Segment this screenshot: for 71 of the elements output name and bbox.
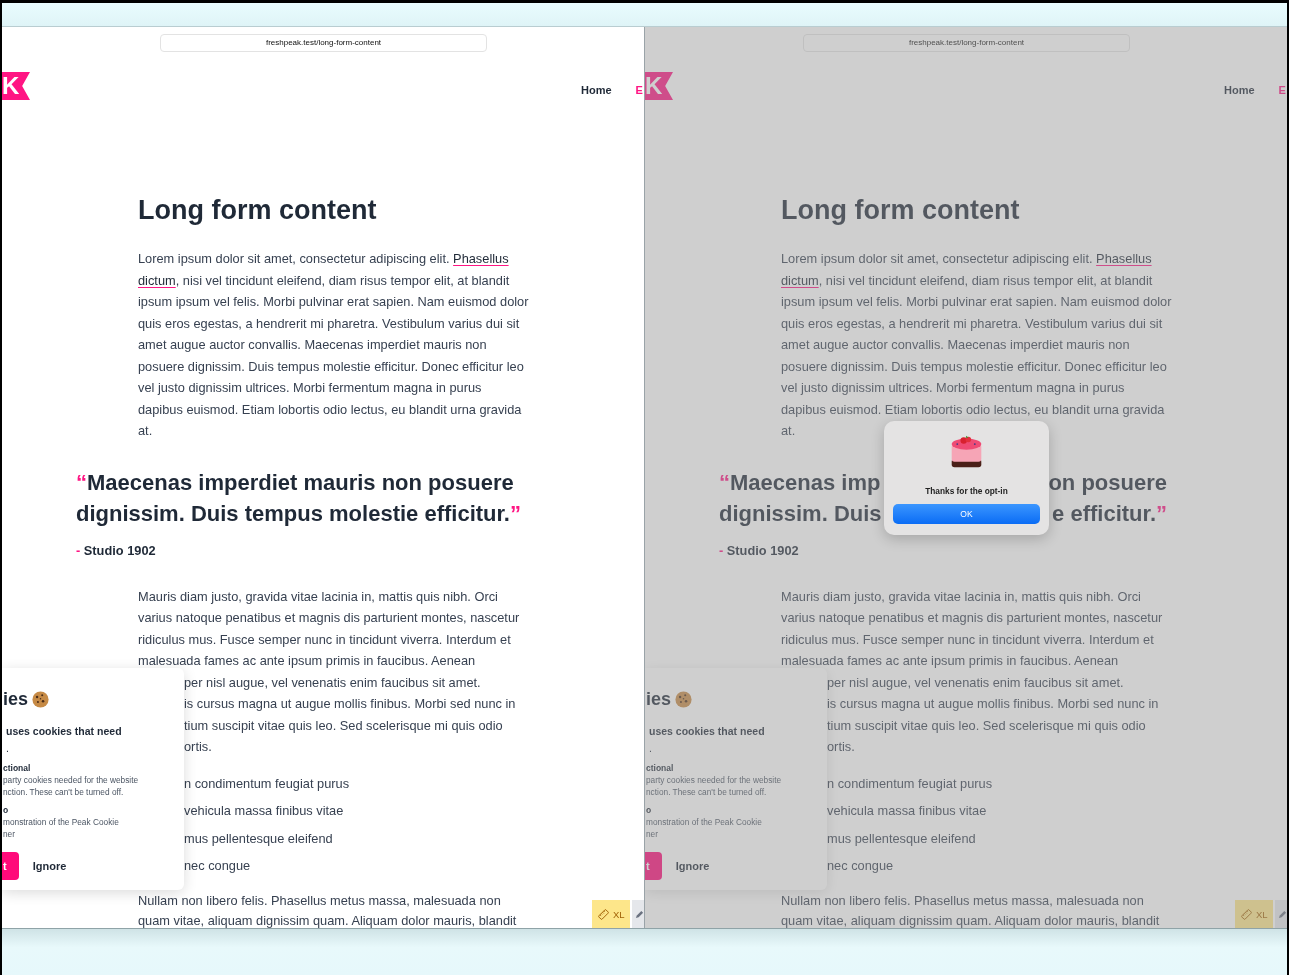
cookie-group-description: monstration of the Peak Cookie ner [646,816,763,840]
banner-title: ies [646,688,672,711]
edit-badge[interactable] [632,900,644,928]
text-link[interactable]: Phasellus [453,251,509,266]
banner-text: . [6,742,9,754]
list-item-text: nec congue [184,857,251,875]
nav-link[interactable]: E [635,84,643,96]
accept-button[interactable]: t [645,852,662,880]
banner-text: uses cookies that need [6,724,123,739]
paragraph: Lorem ipsum dolor sit amet, consectetur adipiscing elit. Phasellus dictum, nisi vel tincidunt eleifend, diam risus tempor elit, at blandit ipsum ipsum vel felis. Morbi pulvinar erat sapien. Nam euismod dolor quis eros egestas, a hendrerit mi pharetra. Vestibulum varius dui sit amet augue auctor convallis. Maecenas imperdiet mauris non posuere dignissim. Duis tempus molestie efficitur. Donec efficitur leo vel justo dignissim ultrices. Morbi fermentum magna in purus dapibus euismod. Etiam lobortis odio lectus, eu blandit urna gravida at. [781,250,1173,440]
quote-attribution: - Studio 1902 [76,541,157,560]
quote-text: dignissim. Duis [719,499,882,528]
size-badge[interactable]: XL [592,900,630,928]
banner-text: . [649,742,652,754]
cookie-group-description: party cookies needed for the website nction. These can't be turned off. [646,774,783,798]
text-link[interactable]: dictum [781,272,819,288]
cookie-group-description: monstration of the Peak Cookie ner [3,816,120,840]
list-item-text: mus pellentesque eleifend [827,829,976,848]
list-item-text: nec congue [827,857,894,875]
nav-link[interactable]: Home [1224,84,1255,96]
paragraph-line: ortis. [184,738,212,756]
page-title: Long form content [781,194,1021,227]
edit-badge[interactable] [1275,900,1287,928]
accept-button[interactable]: t [2,852,19,880]
quote-text: “Maecenas imperdiet mauris non posuere [76,468,514,497]
ruler-icon [598,908,609,920]
nav-link[interactable]: Home [581,84,612,96]
cookie-group-name: o [3,804,9,816]
cookie-group-name: ctional [646,762,674,774]
paragraph-line: tium suscipit vitae quis leo. Sed scelerisque mi quis odio [184,716,503,735]
quote-text: “Maecenas imp [719,468,881,497]
size-badge[interactable]: XL [1235,900,1273,928]
paragraph-line: per nisl augue, vel venenatis enim faucibus sit amet. [184,673,481,692]
cookie-group-name: ctional [3,762,31,774]
list-item-text: mus pellentesque eleifend [184,829,333,848]
paragraph: Lorem ipsum dolor sit amet, consectetur adipiscing elit. Phasellus dictum, nisi vel tincidunt eleifend, diam risus tempor elit, at blandit ipsum ipsum vel felis. Morbi pulvinar erat sapien. Nam euismod dolor quis eros egestas, a hendrerit mi pharetra. Vestibulum varius dui sit amet augue auctor convallis. Maecenas imperdiet mauris non posuere dignissim. Duis tempus molestie efficitur. Donec efficitur leo vel justo dignissim ultrices. Morbi fermentum magna in purus dapibus euismod. Etiam lobortis odio lectus, eu blandit urna gravida at. [138,250,530,440]
list-item-text: vehicula massa finibus vitae [184,802,344,820]
address-bar[interactable]: freshpeak.test/long-form-content [160,34,487,52]
pencil-icon [1278,909,1287,919]
logo[interactable]: K [645,72,673,100]
banner-text: uses cookies that need [649,724,766,739]
logo[interactable]: K [2,72,30,100]
cookie-icon [675,690,693,708]
list-item-text: n condimentum feugiat purus [184,774,350,793]
paragraph: Nullam non libero felis. Phasellus metus massa, malesuada non quam vitae, aliquam dignissim quam. Aliquam dolor mauris, blandit [781,891,1160,928]
list-item-text: vehicula massa finibus vitae [827,802,987,820]
paragraph-line: ortis. [827,738,855,756]
address-bar[interactable]: freshpeak.test/long-form-content [803,34,1130,52]
paragraph-line: is cursus magna ut augue mollis finibus. Morbi sed nunc in [827,695,1159,713]
paragraph-line: per nisl augue, vel venenatis enim faucibus sit amet. [827,673,1124,692]
quote-text: dignissim. Duis tempus molestie efficitur.” [76,499,521,528]
text-link[interactable]: dictum [138,272,176,288]
ignore-button[interactable]: Ignore [32,860,67,872]
nav-link[interactable]: E [1278,84,1286,96]
cookie-icon [32,690,50,708]
cookie-group-description: party cookies needed for the website nction. These can't be turned off. [3,774,140,798]
dialog-message: Thanks for the opt-in [925,486,1008,496]
paragraph-line: tium suscipit vitae quis leo. Sed scelerisque mi quis odio [827,716,1146,735]
quote-text: e efficitur.” [1052,499,1167,528]
ruler-icon [1241,908,1252,920]
ok-button[interactable]: OK [893,504,1040,524]
paragraph-line: is cursus magna ut augue mollis finibus. Morbi sed nunc in [184,695,516,713]
cookie-group-name: o [646,804,652,816]
quote-text: on posuere [1048,468,1167,497]
quote-attribution: - Studio 1902 [719,541,800,560]
banner-title: ies [3,688,29,711]
list-item-text: n condimentum feugiat purus [827,774,993,793]
ignore-button[interactable]: Ignore [675,860,710,872]
page-title: Long form content [138,194,378,227]
paragraph: Nullam non libero felis. Phasellus metus massa, malesuada non quam vitae, aliquam dignissim quam. Aliquam dolor mauris, blandit [138,891,517,928]
text-link[interactable]: Phasellus [1096,251,1152,266]
